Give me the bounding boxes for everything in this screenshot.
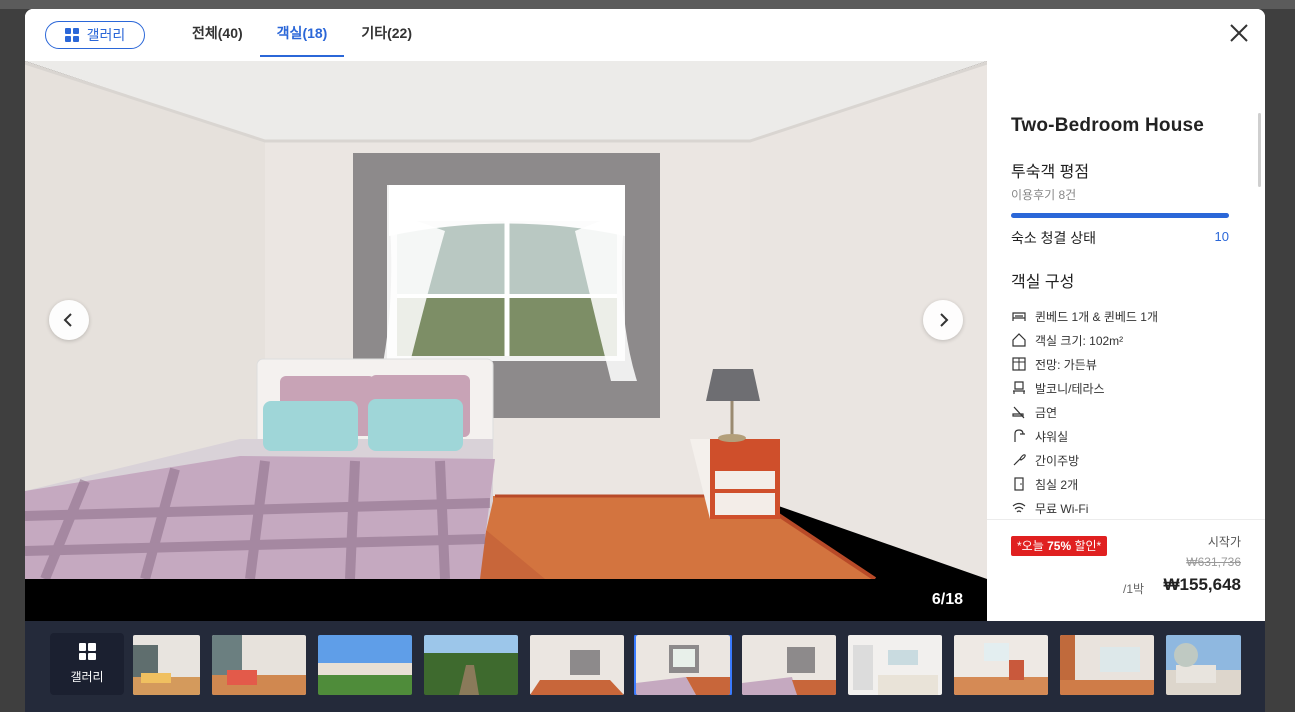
shower-icon [1014, 429, 1025, 442]
room-photo [25, 61, 987, 579]
tab-all-label: 전체 [192, 25, 218, 41]
amenity-label: 샤워실 [1035, 429, 1069, 444]
amenity-label: 퀸베드 1개 & 퀸베드 1개 [1035, 309, 1159, 324]
rating-title: 투숙객 평점 [1011, 164, 1090, 181]
category-tabs: 전체(40) 객실(18) 기타(22) [175, 9, 429, 57]
original-price: ₩631,736 [1186, 555, 1241, 569]
thumbnail-strip: 갤러리 [25, 621, 1265, 712]
amenity-item: 퀸베드 1개 & 퀸베드 1개 [1011, 304, 1241, 328]
room-name: Two-Bedroom House [1011, 115, 1205, 136]
grid-icon [64, 28, 79, 42]
tab-rooms-label: 객실 [276, 25, 303, 41]
gallery-button-label: 갤러리 [86, 27, 126, 43]
amenity-item: 침실 2개 [1011, 472, 1241, 496]
amenity-item: 금연 [1011, 400, 1241, 424]
amenity-label: 금연 [1035, 405, 1058, 420]
previous-photo-button[interactable] [49, 300, 89, 340]
balcony-icon [1013, 381, 1025, 394]
per-night-label: /1박 [1123, 582, 1145, 596]
info-scrollbar[interactable] [1258, 113, 1261, 187]
final-price: ₩155,648 [1163, 575, 1242, 594]
thumbnail[interactable] [1060, 635, 1154, 695]
amenity-label: 무료 Wi-Fi [1035, 501, 1089, 516]
tab-rooms[interactable]: 객실(18) [259, 9, 345, 57]
thumbnail[interactable] [1166, 635, 1241, 695]
photo-viewer: 6/18 [25, 61, 987, 621]
thumbnail[interactable] [133, 635, 200, 695]
thumbnail-active[interactable] [634, 635, 732, 695]
wifi-icon [1012, 502, 1026, 513]
bed-icon [1012, 312, 1026, 321]
chevron-left-icon [63, 313, 72, 327]
tab-all[interactable]: 전체(40) [175, 9, 260, 57]
window-view-icon [1012, 357, 1026, 371]
thumbnail[interactable] [212, 635, 306, 695]
amenity-list: 퀸베드 1개 & 퀸베드 1개 객실 크기: 102m² 전망: 가든뷰 발코니… [1011, 304, 1241, 519]
amenity-item: 전망: 가든뷰 [1011, 352, 1241, 376]
tab-other[interactable]: 기타(22) [344, 9, 429, 57]
close-button[interactable] [1227, 21, 1251, 45]
amenity-label: 발코니/테라스 [1035, 381, 1105, 396]
house-size-icon [1012, 333, 1026, 347]
cleanliness-bar [1011, 213, 1229, 218]
room-config-title: 객실 구성 [1011, 274, 1075, 291]
modal-header: 갤러리 전체(40) 객실(18) 기타(22) [25, 9, 1265, 61]
deal-percent: 75% [1047, 539, 1072, 553]
room-info-panel[interactable]: Two-Bedroom House 투숙객 평점 이용후기 8건 숙소 청결 상… [987, 61, 1265, 519]
kitchen-icon [1013, 454, 1026, 466]
price-box: *오늘 75% 할인* 시작가 ₩631,736 /1박 ₩155,648 [987, 519, 1265, 621]
amenity-label: 간이주방 [1035, 453, 1080, 468]
strip-gallery-label: 갤러리 [70, 670, 104, 684]
amenity-item: 샤워실 [1011, 424, 1241, 448]
thumbnail[interactable] [954, 635, 1048, 695]
gallery-button[interactable]: 갤러리 [45, 21, 145, 49]
amenity-label: 전망: 가든뷰 [1035, 357, 1097, 372]
deal-prefix: *오늘 [1017, 539, 1048, 553]
amenity-item: 발코니/테라스 [1011, 376, 1241, 400]
deal-suffix: 할인* [1071, 539, 1102, 553]
next-photo-button[interactable] [923, 300, 963, 340]
thumbnail[interactable] [530, 635, 624, 695]
tab-other-label: 기타 [361, 25, 388, 41]
grid-icon [78, 643, 96, 660]
thumbnail[interactable] [318, 635, 412, 695]
review-count[interactable]: 이용후기 8건 [1011, 186, 1076, 203]
thumbnail[interactable] [742, 635, 836, 695]
thumbnail[interactable] [424, 635, 518, 695]
deal-badge: *오늘 75% 할인* [1011, 536, 1108, 556]
amenity-label: 침실 2개 [1035, 477, 1079, 492]
amenity-label: 객실 크기: 102m² [1035, 333, 1124, 348]
chevron-right-icon [940, 313, 949, 327]
thumbnail-list [133, 635, 1241, 695]
thumbnail[interactable] [848, 635, 942, 695]
amenity-item: 무료 Wi-Fi [1011, 496, 1241, 519]
backdrop-header [0, 0, 1295, 9]
strip-gallery-button[interactable]: 갤러리 [50, 633, 124, 695]
amenity-item: 객실 크기: 102m² [1011, 328, 1241, 352]
cleanliness-score: 10 [1214, 229, 1229, 244]
start-price-label: 시작가 [1207, 535, 1241, 549]
door-icon [1014, 477, 1024, 491]
close-icon [1230, 24, 1248, 42]
tab-other-count: (22) [387, 25, 413, 41]
tab-all-count: (40) [217, 25, 243, 41]
no-smoking-icon [1012, 406, 1025, 419]
amenity-item: 간이주방 [1011, 448, 1241, 472]
photo-counter: 6/18 [931, 591, 963, 608]
photo-gallery-modal: 갤러리 전체(40) 객실(18) 기타(22) 6/18 Two-Bedroo… [25, 9, 1265, 712]
cleanliness-bar-fill [1011, 213, 1229, 218]
tab-rooms-count: (18) [302, 25, 328, 41]
cleanliness-label: 숙소 청결 상태 [1011, 230, 1097, 246]
